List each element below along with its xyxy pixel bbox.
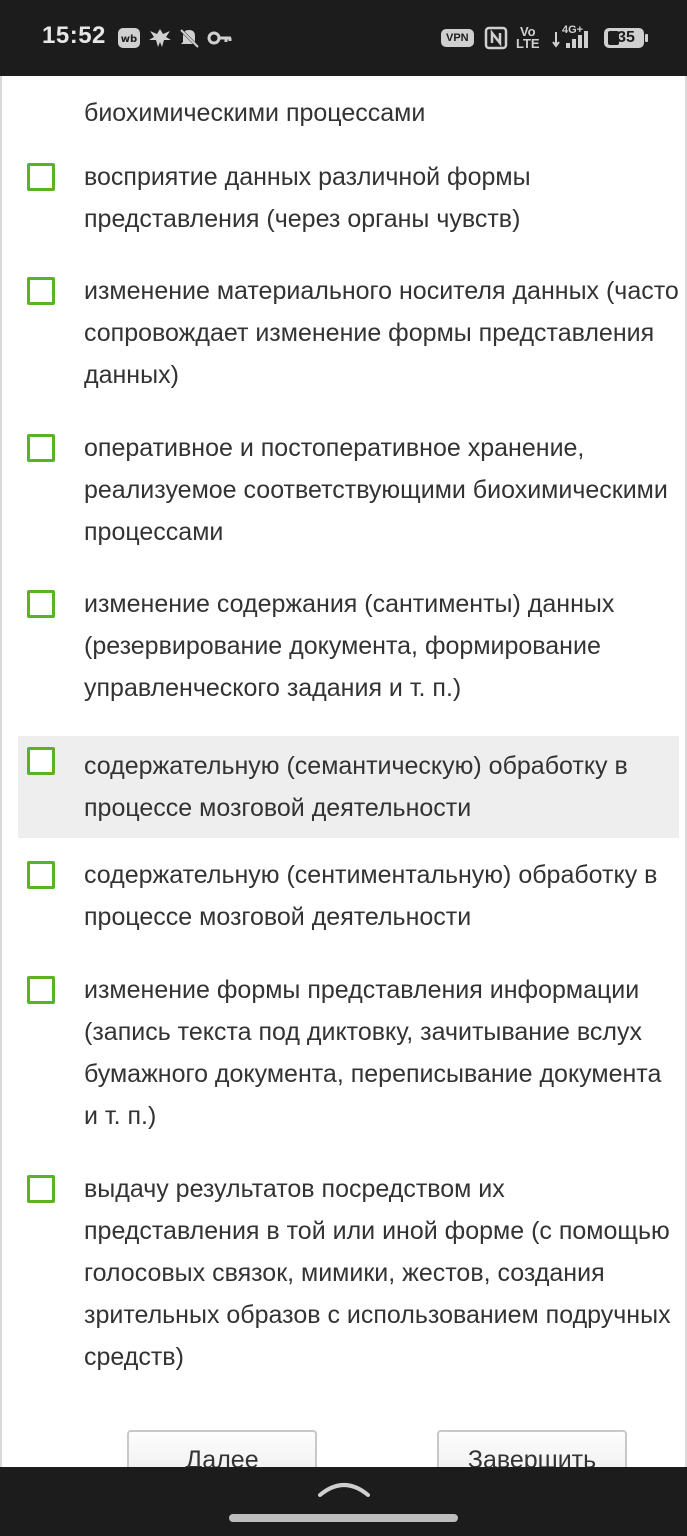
answer-checkbox[interactable] xyxy=(27,747,55,775)
emblem-icon xyxy=(147,26,173,50)
answer-checkbox[interactable] xyxy=(27,976,55,1004)
partial-option-text: реализуемое соответствующими биохимическ… xyxy=(84,99,426,127)
answer-checkbox[interactable] xyxy=(27,590,55,618)
answer-checkbox[interactable] xyxy=(27,163,55,191)
chevron-up-icon[interactable] xyxy=(318,1477,370,1499)
battery-level: 35 xyxy=(617,29,635,46)
answer-checkbox[interactable] xyxy=(27,861,55,889)
status-bar: 15:52 wb VPN Vo LTE 4G+ 35 xyxy=(0,0,687,76)
nfc-icon xyxy=(484,26,508,50)
answer-label: изменение содержания (сантименты) данных… xyxy=(84,590,615,702)
svg-text:wb: wb xyxy=(121,34,137,45)
volte-icon: Vo LTE xyxy=(516,24,540,51)
answer-label: оперативное и постоперативное хранение, … xyxy=(84,434,668,546)
answer-option[interactable]: изменение содержания (сантименты) данных… xyxy=(18,579,679,725)
answer-label: содержательную (семантическую) обработку… xyxy=(84,752,628,822)
answer-option[interactable]: выдачу результатов посредством их предст… xyxy=(18,1164,679,1394)
clock: 15:52 xyxy=(42,22,106,49)
answer-label: восприятие данных различной формы предст… xyxy=(84,163,531,233)
battery-icon: 35 xyxy=(603,26,649,50)
answer-label: изменение материального носителя данных … xyxy=(84,277,679,389)
answer-label: выдачу результатов посредством их предст… xyxy=(84,1175,671,1371)
answer-option[interactable]: содержательную (сентиментальную) обработ… xyxy=(18,850,679,954)
answer-option[interactable]: восприятие данных различной формы предст… xyxy=(18,152,679,256)
answer-label: изменение формы представления информации… xyxy=(84,976,662,1130)
quiz-content[interactable]: реализуемое соответствующими биохимическ… xyxy=(0,76,687,1467)
answer-checkbox[interactable] xyxy=(27,277,55,305)
answer-label: содержательную (сентиментальную) обработ… xyxy=(84,861,658,931)
answer-checkbox[interactable] xyxy=(27,434,55,462)
muted-bell-icon xyxy=(177,26,201,50)
home-gesture-bar[interactable] xyxy=(229,1514,458,1522)
signal-icon: 4G+ xyxy=(552,24,592,50)
answer-option[interactable]: оперативное и постоперативное хранение, … xyxy=(18,423,679,569)
finish-button[interactable]: Завершить xyxy=(437,1430,627,1467)
content-border-left xyxy=(0,76,2,1467)
answer-checkbox[interactable] xyxy=(27,1175,55,1203)
vpn-icon: VPN xyxy=(441,26,474,50)
key-icon xyxy=(207,26,233,50)
wildberries-icon: wb xyxy=(117,26,141,50)
navigation-bar xyxy=(0,1467,687,1536)
answer-option[interactable]: изменение материального носителя данных … xyxy=(18,266,679,412)
answer-option[interactable]: изменение формы представления информации… xyxy=(18,965,679,1153)
answer-option[interactable]: содержательную (семантическую) обработку… xyxy=(18,736,679,838)
next-button[interactable]: Далее xyxy=(127,1430,317,1467)
